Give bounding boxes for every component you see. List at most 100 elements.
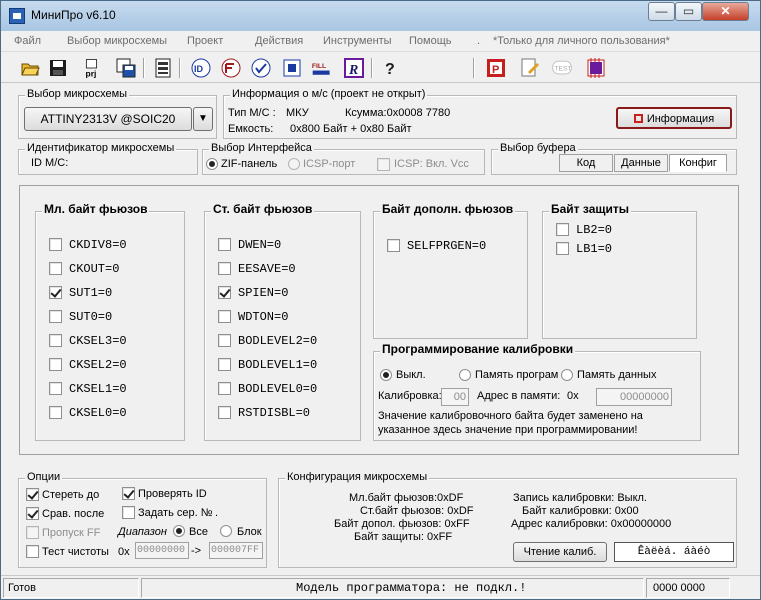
fuse-cksel0-checkbox[interactable] — [49, 406, 62, 419]
read-protect-icon[interactable]: R — [343, 57, 365, 79]
fuse-spien-checkbox[interactable] — [218, 286, 231, 299]
save-icon[interactable] — [47, 57, 69, 79]
serial-number-checkbox[interactable] — [122, 506, 135, 519]
chip-info-icon[interactable] — [152, 57, 174, 79]
chip-test-icon[interactable] — [585, 57, 607, 79]
blank-check-checkbox[interactable] — [26, 545, 39, 558]
fuse-bodlevel2-checkbox[interactable] — [218, 334, 231, 347]
lock-byte-group: Байт защиты LB2=0 LB1=0 — [542, 202, 697, 339]
info-button[interactable]: Информация — [616, 107, 732, 129]
calib-addr-value: Адрес калибровки: 0x00000000 — [511, 518, 672, 530]
menu-file[interactable]: Файл — [14, 35, 41, 47]
fuse-sut1-checkbox[interactable] — [49, 286, 62, 299]
config-summary-group: Конфигурация микросхемы Мл.байт фьюзов:0… — [278, 471, 737, 568]
fuse-ckdiv8-checkbox[interactable] — [49, 238, 62, 251]
verify-icon[interactable] — [250, 57, 272, 79]
calib-data-mem-radio[interactable] — [561, 369, 573, 381]
chip-dropdown-button[interactable]: ▼ — [193, 107, 213, 131]
range-all-radio[interactable] — [173, 525, 185, 537]
fuse-wdton-checkbox[interactable] — [218, 310, 231, 323]
edit-icon[interactable] — [519, 57, 541, 79]
read-id-icon[interactable]: ID — [190, 57, 212, 79]
fuse-cksel2-label: CKSEL2=0 — [69, 358, 127, 372]
toolbar-separator — [179, 58, 181, 78]
fuse-cksel2-checkbox[interactable] — [49, 358, 62, 371]
toolbar-separator — [371, 58, 373, 78]
menu-chip-select[interactable]: Выбор микросхемы — [67, 35, 167, 47]
icsp-radio[interactable] — [288, 158, 300, 170]
lock-lb2-checkbox[interactable] — [556, 223, 569, 236]
icsp-vcc-label: ICSP: Вкл. Vcc — [394, 158, 469, 170]
menu-actions[interactable]: Действия — [255, 35, 303, 47]
menu-project[interactable]: Проект — [187, 35, 223, 47]
fuse-bodlevel0-checkbox[interactable] — [218, 382, 231, 395]
fuse-sut0-checkbox[interactable] — [49, 310, 62, 323]
menu-help[interactable]: Помощь — [409, 35, 452, 47]
read-icon[interactable] — [220, 57, 242, 79]
fill-icon[interactable]: FILL — [311, 57, 337, 79]
read-calib-button[interactable]: Чтение калиб. — [513, 542, 607, 562]
open-icon[interactable] — [19, 57, 41, 79]
calib-off-radio[interactable] — [380, 369, 392, 381]
erase-before-label: Стереть до — [42, 489, 100, 501]
tab-code[interactable]: Код — [559, 154, 613, 172]
erase-before-checkbox[interactable] — [26, 488, 39, 501]
maximize-button[interactable]: ▭ — [675, 2, 702, 21]
high-fuse-title: Ст. байт фьюзов — [211, 202, 315, 216]
fuse-selfprgen-label: SELFPRGEN=0 — [407, 239, 487, 253]
icsp-vcc-checkbox[interactable] — [377, 158, 390, 171]
fuse-eesave-label: EESAVE=0 — [238, 262, 296, 276]
toolbar: prj ID FILL R ? P TEST — [1, 53, 760, 83]
fuse-wdton-label: WDTON=0 — [238, 310, 289, 324]
fuse-cksel3-checkbox[interactable] — [49, 334, 62, 347]
low-fuse-title: Мл. байт фьюзов — [42, 202, 150, 216]
skip-ff-checkbox[interactable] — [26, 526, 39, 539]
program-icon[interactable] — [281, 57, 303, 79]
help-icon[interactable]: ? — [379, 57, 401, 79]
range-to-field[interactable]: 000007FF — [209, 542, 263, 559]
chip-info-group: Информация о м/с (проект не открыт) Тип … — [223, 88, 737, 139]
calibration-group: Программирование калибровки Выкл. Память… — [373, 342, 701, 441]
low-fuse-group: Мл. байт фьюзов CKDIV8=0 CKOUT=0 SUT1=0 … — [35, 202, 185, 441]
chip-info-label: Информация о м/с (проект не открыт) — [230, 88, 428, 100]
fuse-rstdisbl-checkbox[interactable] — [218, 406, 231, 419]
fuse-cksel1-checkbox[interactable] — [49, 382, 62, 395]
fuse-dwen-checkbox[interactable] — [218, 238, 231, 251]
project-icon[interactable]: prj — [83, 57, 109, 79]
verify-after-checkbox[interactable] — [26, 507, 39, 520]
lock-lb1-checkbox[interactable] — [556, 242, 569, 255]
tab-config[interactable]: Конфиг — [669, 154, 727, 172]
fuse-selfprgen-checkbox[interactable] — [387, 239, 400, 252]
tab-data[interactable]: Данные — [614, 154, 668, 172]
check-id-checkbox[interactable] — [122, 487, 135, 500]
chip-select-button[interactable]: ATTINY2313V @SOIC20 — [24, 107, 192, 131]
chip-id-group: Идентификатор микросхемы ID М/С: — [18, 142, 198, 175]
checksum-value: Ксумма:0x0008 7780 — [345, 107, 451, 119]
menu-dot[interactable]: . — [477, 35, 480, 47]
save-as-icon[interactable] — [115, 57, 137, 79]
calib-addr-label: Адрес в памяти: — [477, 390, 561, 402]
range-from-field[interactable]: 00000000 — [135, 542, 189, 559]
calibration-title: Программирование калибровки — [380, 342, 576, 356]
toolbar-separator — [143, 58, 145, 78]
chip-select-label: Выбор микросхемы — [25, 88, 130, 100]
zif-radio[interactable] — [206, 158, 218, 170]
fuse-eesave-checkbox[interactable] — [218, 262, 231, 275]
status-center-cell: Модель программатора: не подкл.! — [141, 578, 644, 598]
range-prefix: 0x — [118, 546, 130, 558]
minimize-button[interactable]: — — [648, 2, 675, 21]
calib-value-field[interactable]: 00 — [441, 388, 469, 406]
menu-tools[interactable]: Инструменты — [323, 35, 392, 47]
prog-mode-icon[interactable]: P — [485, 57, 507, 79]
range-label: Диапазон — [118, 526, 167, 538]
range-block-radio[interactable] — [220, 525, 232, 537]
fuse-bodlevel1-checkbox[interactable] — [218, 358, 231, 371]
status-counter: 0000 0000 — [653, 582, 705, 594]
test-icon[interactable]: TEST — [551, 57, 577, 79]
calib-prog-mem-radio[interactable] — [459, 369, 471, 381]
fuse-ckout-label: CKOUT=0 — [69, 262, 120, 276]
calib-addr-field[interactable]: 00000000 — [596, 388, 672, 406]
close-button[interactable]: ✕ — [702, 2, 749, 21]
interface-label: Выбор Интерфейса — [209, 142, 314, 154]
fuse-ckout-checkbox[interactable] — [49, 262, 62, 275]
